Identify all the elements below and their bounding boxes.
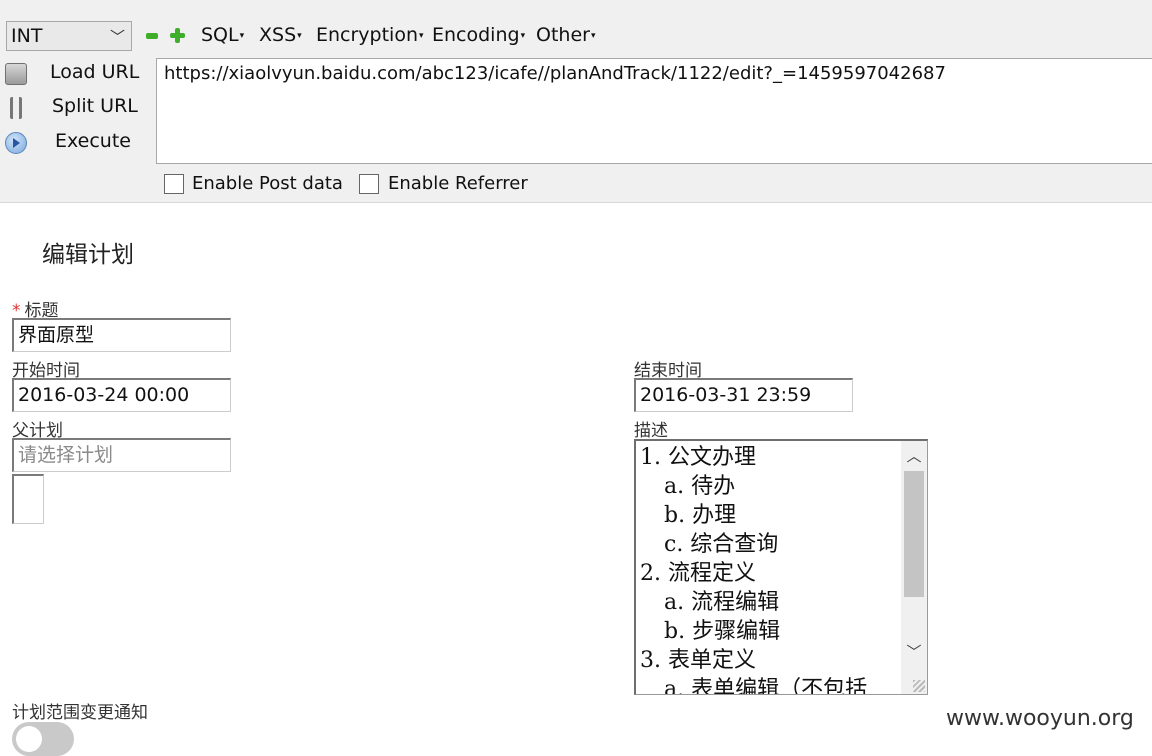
dropdown-arrow-icon: ▾ (520, 30, 526, 41)
description-line: a. 表单编辑（不包括 (664, 677, 868, 695)
start-time-input[interactable]: 2016-03-24 00:00 (12, 378, 231, 412)
title-input-value: 界面原型 (18, 324, 95, 346)
title-input[interactable]: 界面原型 (12, 318, 231, 352)
description-label: 描述 (634, 421, 668, 441)
other-menu-label: Other (536, 24, 590, 46)
url-text: https://xiaolvyun.baidu.com/abc123/icafe… (164, 63, 946, 84)
description-line: 3. 表单定义 (640, 648, 756, 673)
resize-grip-icon[interactable] (913, 680, 925, 692)
end-time-value: 2016-03-31 23:59 (640, 384, 812, 406)
load-url-label: Load URL (50, 61, 140, 83)
start-time-value: 2016-03-24 00:00 (18, 384, 190, 406)
sql-menu[interactable]: SQL▾ (201, 24, 244, 46)
xss-menu[interactable]: XSS▾ (259, 24, 302, 46)
scope-change-notify-toggle[interactable] (12, 722, 74, 756)
dropdown-arrow-icon: ▾ (419, 30, 424, 41)
description-textarea[interactable]: 1. 公文办理 a. 待办 b. 办理 c. 综合查询 2. 流程定义 a. 流… (634, 439, 928, 695)
end-time-input[interactable]: 2016-03-31 23:59 (634, 378, 853, 412)
url-input[interactable]: https://xiaolvyun.baidu.com/abc123/icafe… (156, 58, 1152, 164)
dropdown-arrow-icon: ▾ (239, 30, 245, 41)
description-line: a. 待办 (664, 474, 736, 499)
scrollbar-thumb[interactable] (904, 471, 924, 597)
toggle-knob (16, 726, 42, 752)
watermark: www.wooyun.org (946, 706, 1134, 731)
description-line: 2. 流程定义 (640, 561, 756, 586)
enable-post-data-label: Enable Post data (192, 173, 343, 194)
encryption-menu[interactable]: Encryption▾ (316, 24, 424, 46)
scroll-up-icon[interactable]: ︿ (901, 443, 927, 469)
dropdown-arrow-icon: ▾ (297, 30, 302, 41)
enable-referrer-label: Enable Referrer (388, 173, 528, 194)
load-url-button[interactable]: Load URL (0, 58, 150, 90)
scope-change-notify-label: 计划范围变更通知 (12, 703, 148, 723)
description-line: c. 综合查询 (664, 532, 779, 557)
execute-button[interactable]: Execute (0, 127, 150, 159)
description-line: 1. 公文办理 (640, 445, 756, 470)
other-menu[interactable]: Other▾ (536, 24, 595, 46)
hackbar-toolbar: INT ﹀ SQL▾ XSS▾ Encryption▾ Encoding▾ Ot… (0, 0, 1152, 203)
minus-icon[interactable] (146, 33, 158, 39)
scroll-down-icon[interactable]: ﹀ (901, 639, 927, 665)
description-scrollbar[interactable]: ︿ ﹀ (901, 441, 927, 694)
load-url-icon (5, 63, 27, 85)
description-line: a. 流程编辑 (664, 590, 780, 615)
description-line: b. 办理 (664, 503, 737, 528)
xss-menu-label: XSS (259, 24, 297, 46)
encryption-menu-label: Encryption (316, 24, 419, 46)
injection-type-value: INT (11, 25, 43, 47)
encoding-menu[interactable]: Encoding▾ (432, 24, 525, 46)
parent-plan-placeholder: 请选择计划 (18, 444, 114, 466)
enable-post-data-checkbox[interactable] (164, 174, 184, 194)
split-url-button[interactable]: Split URL (0, 92, 150, 124)
plus-icon[interactable] (170, 28, 185, 43)
scissors-icon (10, 97, 22, 119)
dropdown-arrow-icon: ▾ (590, 30, 596, 41)
parent-plan-dropdown[interactable] (12, 474, 44, 524)
execute-label: Execute (55, 130, 131, 152)
split-url-label: Split URL (52, 95, 138, 117)
description-content: 1. 公文办理 a. 待办 b. 办理 c. 综合查询 2. 流程定义 a. 流… (640, 443, 902, 695)
chevron-down-icon: ﹀ (109, 28, 125, 46)
enable-referrer-checkbox[interactable] (359, 174, 379, 194)
play-icon (5, 132, 27, 154)
page-title: 编辑计划 (42, 242, 134, 268)
encoding-menu-label: Encoding (432, 24, 520, 46)
injection-type-select[interactable]: INT ﹀ (6, 21, 132, 51)
description-line: b. 步骤编辑 (664, 619, 781, 644)
parent-plan-input[interactable]: 请选择计划 (12, 438, 231, 472)
sql-menu-label: SQL (201, 24, 239, 46)
